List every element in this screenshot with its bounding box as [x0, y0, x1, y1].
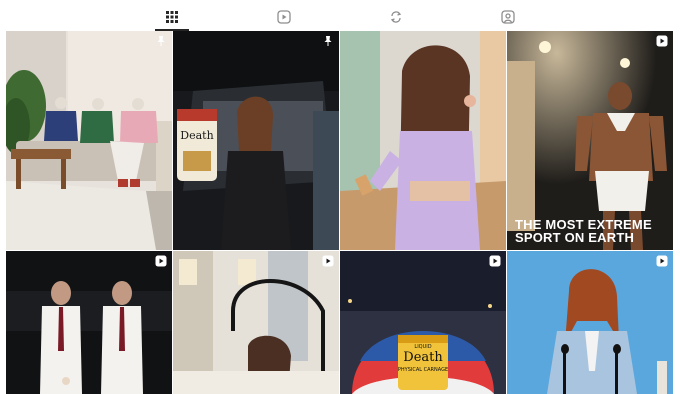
overlay-line-2: SPORT ON EARTH [515, 230, 635, 245]
post-caption-overlay: THE MOST EXTREME SPORT ON EARTH [515, 218, 652, 244]
posts-grid: Death THE MOST EXTREME SPORT ON EARTH De… [6, 31, 674, 394]
post-tile[interactable] [507, 251, 673, 394]
reel-icon [656, 35, 668, 47]
post-tile[interactable] [173, 251, 339, 394]
pin-icon [157, 36, 165, 46]
reels-icon [277, 10, 291, 24]
post-tile[interactable] [6, 251, 172, 394]
tab-posts[interactable] [155, 6, 189, 31]
profile-tab-bar [0, 0, 680, 31]
post-thumbnail [507, 251, 673, 394]
post-thumbnail: Death LIQUID PHYSICAL CARNAGE [340, 251, 506, 394]
post-thumbnail [6, 251, 172, 394]
tagged-user-icon [501, 10, 515, 24]
can-sub-text: PHYSICAL CARNAGE [398, 367, 448, 373]
can-top-text: LIQUID [414, 344, 431, 350]
reel-icon [656, 255, 668, 267]
tab-tagged[interactable] [491, 6, 525, 28]
reel-icon [155, 255, 167, 267]
pin-icon [324, 36, 332, 46]
grid-icon [166, 11, 178, 23]
tab-reposts[interactable] [379, 6, 413, 28]
post-thumbnail [173, 251, 339, 394]
post-tile[interactable] [6, 31, 172, 250]
post-thumbnail [340, 31, 506, 250]
post-tile[interactable] [340, 31, 506, 250]
post-thumbnail [6, 31, 172, 250]
can-brand-text: Death [180, 129, 213, 142]
post-thumbnail: Death [173, 31, 339, 250]
post-tile[interactable]: THE MOST EXTREME SPORT ON EARTH [507, 31, 673, 250]
post-tile[interactable]: Death [173, 31, 339, 250]
can-brand-text: Death [403, 350, 443, 365]
post-tile[interactable]: Death LIQUID PHYSICAL CARNAGE [340, 251, 506, 394]
reel-icon [489, 255, 501, 267]
reel-icon [322, 255, 334, 267]
tab-reels[interactable] [267, 6, 301, 28]
repost-icon [390, 11, 402, 23]
